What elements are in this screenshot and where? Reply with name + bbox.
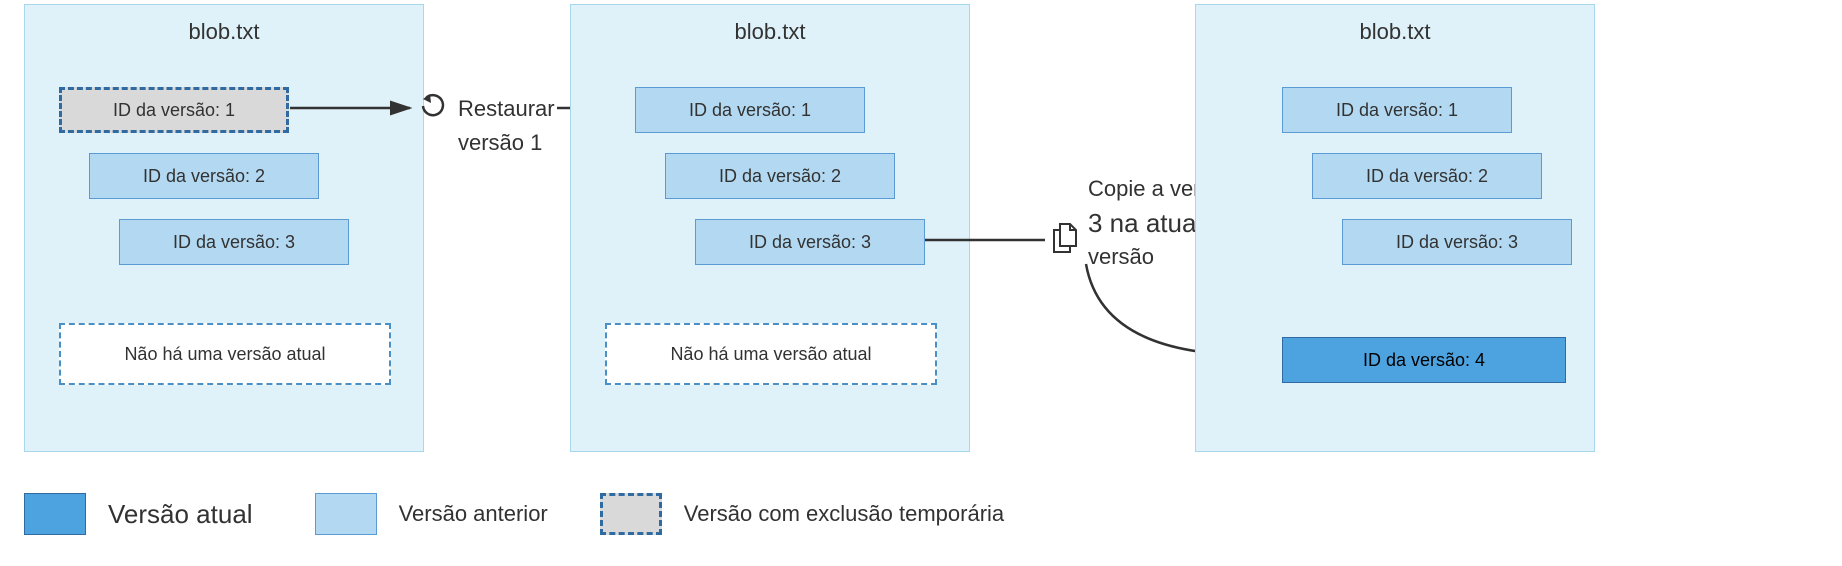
no-current-label: Não há uma versão atual: [670, 344, 871, 365]
action-line: versão 1: [458, 126, 555, 160]
legend-label: Versão com exclusão temporária: [684, 501, 1004, 527]
panel-state-3: blob.txt ID da versão: 1 ID da versão: 2…: [1195, 4, 1595, 452]
version-box: ID da versão: 3: [1342, 219, 1572, 265]
version-label: ID da versão: 1: [1336, 100, 1458, 121]
undo-icon: [418, 92, 448, 122]
legend-swatch-previous: [315, 493, 377, 535]
action-restore-text: Restaurar versão 1: [458, 92, 555, 160]
legend-swatch-softdeleted: [600, 493, 662, 535]
version-box: ID da versão: 2: [1312, 153, 1542, 199]
no-current-label: Não há uma versão atual: [124, 344, 325, 365]
copy-icon: [1050, 222, 1080, 256]
version-box: ID da versão: 1: [1282, 87, 1512, 133]
version-label: ID da versão: 2: [719, 166, 841, 187]
no-current-placeholder: Não há uma versão atual: [605, 323, 937, 385]
version-box: ID da versão: 1: [635, 87, 865, 133]
version-label: ID da versão: 1: [689, 100, 811, 121]
version-box: ID da versão: 2: [89, 153, 319, 199]
version-label: ID da versão: 3: [749, 232, 871, 253]
panel-title: blob.txt: [25, 5, 423, 65]
panel-state-2: blob.txt ID da versão: 1 ID da versão: 2…: [570, 4, 970, 452]
arrow-line: [290, 98, 430, 118]
panel-title: blob.txt: [571, 5, 969, 65]
legend-label: Versão atual: [108, 499, 253, 530]
panel-title: blob.txt: [1196, 5, 1594, 65]
action-line: Restaurar: [458, 92, 555, 126]
version-label: ID da versão: 4: [1363, 350, 1485, 371]
version-box-deleted: ID da versão: 1: [59, 87, 289, 133]
version-box-current: ID da versão: 4: [1282, 337, 1566, 383]
arrow-line: [925, 230, 1055, 250]
version-label: ID da versão: 3: [1396, 232, 1518, 253]
panel-state-1: blob.txt ID da versão: 1 ID da versão: 2…: [24, 4, 424, 452]
version-label: ID da versão: 1: [113, 100, 235, 121]
legend-label: Versão anterior: [399, 501, 548, 527]
version-box: ID da versão: 2: [665, 153, 895, 199]
version-box: ID da versão: 3: [119, 219, 349, 265]
version-label: ID da versão: 3: [173, 232, 295, 253]
version-label: ID da versão: 2: [143, 166, 265, 187]
legend-swatch-current: [24, 493, 86, 535]
version-label: ID da versão: 2: [1366, 166, 1488, 187]
no-current-placeholder: Não há uma versão atual: [59, 323, 391, 385]
legend: Versão atual Versão anterior Versão com …: [24, 493, 1034, 535]
version-box: ID da versão: 3: [695, 219, 925, 265]
